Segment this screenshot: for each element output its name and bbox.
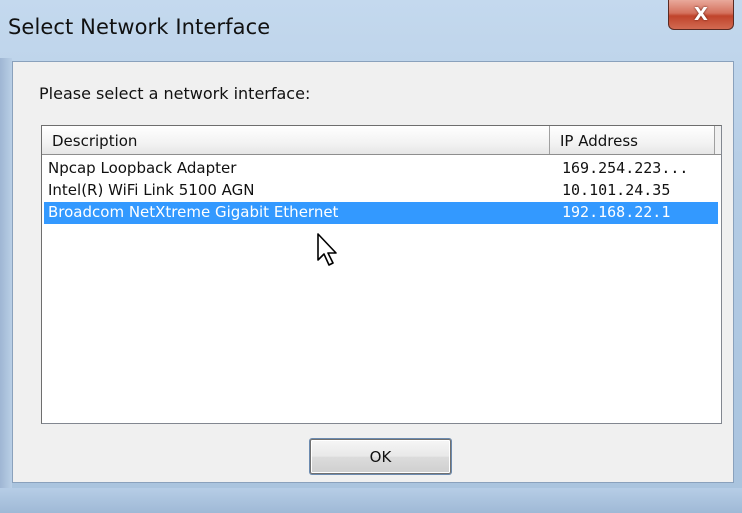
window-border-left: [0, 58, 12, 488]
close-button[interactable]: X: [668, 0, 734, 30]
close-icon: X: [694, 4, 708, 25]
dialog-window: Select Network Interface X Please select…: [0, 0, 742, 513]
row-description: Npcap Loopback Adapter: [48, 159, 237, 177]
row-ip-address: 192.168.22.1: [562, 203, 671, 221]
ok-button[interactable]: OK: [310, 439, 451, 474]
window-border-bottom: [0, 488, 742, 513]
window-title: Select Network Interface: [8, 15, 271, 39]
prompt-label: Please select a network interface:: [39, 84, 311, 103]
list-item[interactable]: Intel(R) WiFi Link 5100 AGN 10.101.24.35: [44, 180, 718, 202]
row-description: Intel(R) WiFi Link 5100 AGN: [48, 181, 255, 199]
row-ip-address: 169.254.223...: [562, 159, 689, 177]
interface-list[interactable]: Description IP Address Npcap Loopback Ad…: [41, 125, 722, 424]
row-ip-address: 10.101.24.35: [562, 181, 671, 199]
title-bar[interactable]: Select Network Interface X: [0, 0, 742, 58]
list-item-selected[interactable]: Broadcom NetXtreme Gigabit Ethernet 192.…: [44, 202, 718, 224]
column-header-ip-address[interactable]: IP Address: [550, 126, 715, 154]
mouse-pointer-icon: [317, 233, 337, 266]
column-header-description[interactable]: Description: [42, 126, 550, 154]
dialog-body: Please select a network interface: Descr…: [12, 61, 734, 483]
row-description: Broadcom NetXtreme Gigabit Ethernet: [48, 203, 339, 221]
list-header: Description IP Address: [42, 126, 721, 155]
list-item[interactable]: Npcap Loopback Adapter 169.254.223...: [44, 158, 718, 180]
